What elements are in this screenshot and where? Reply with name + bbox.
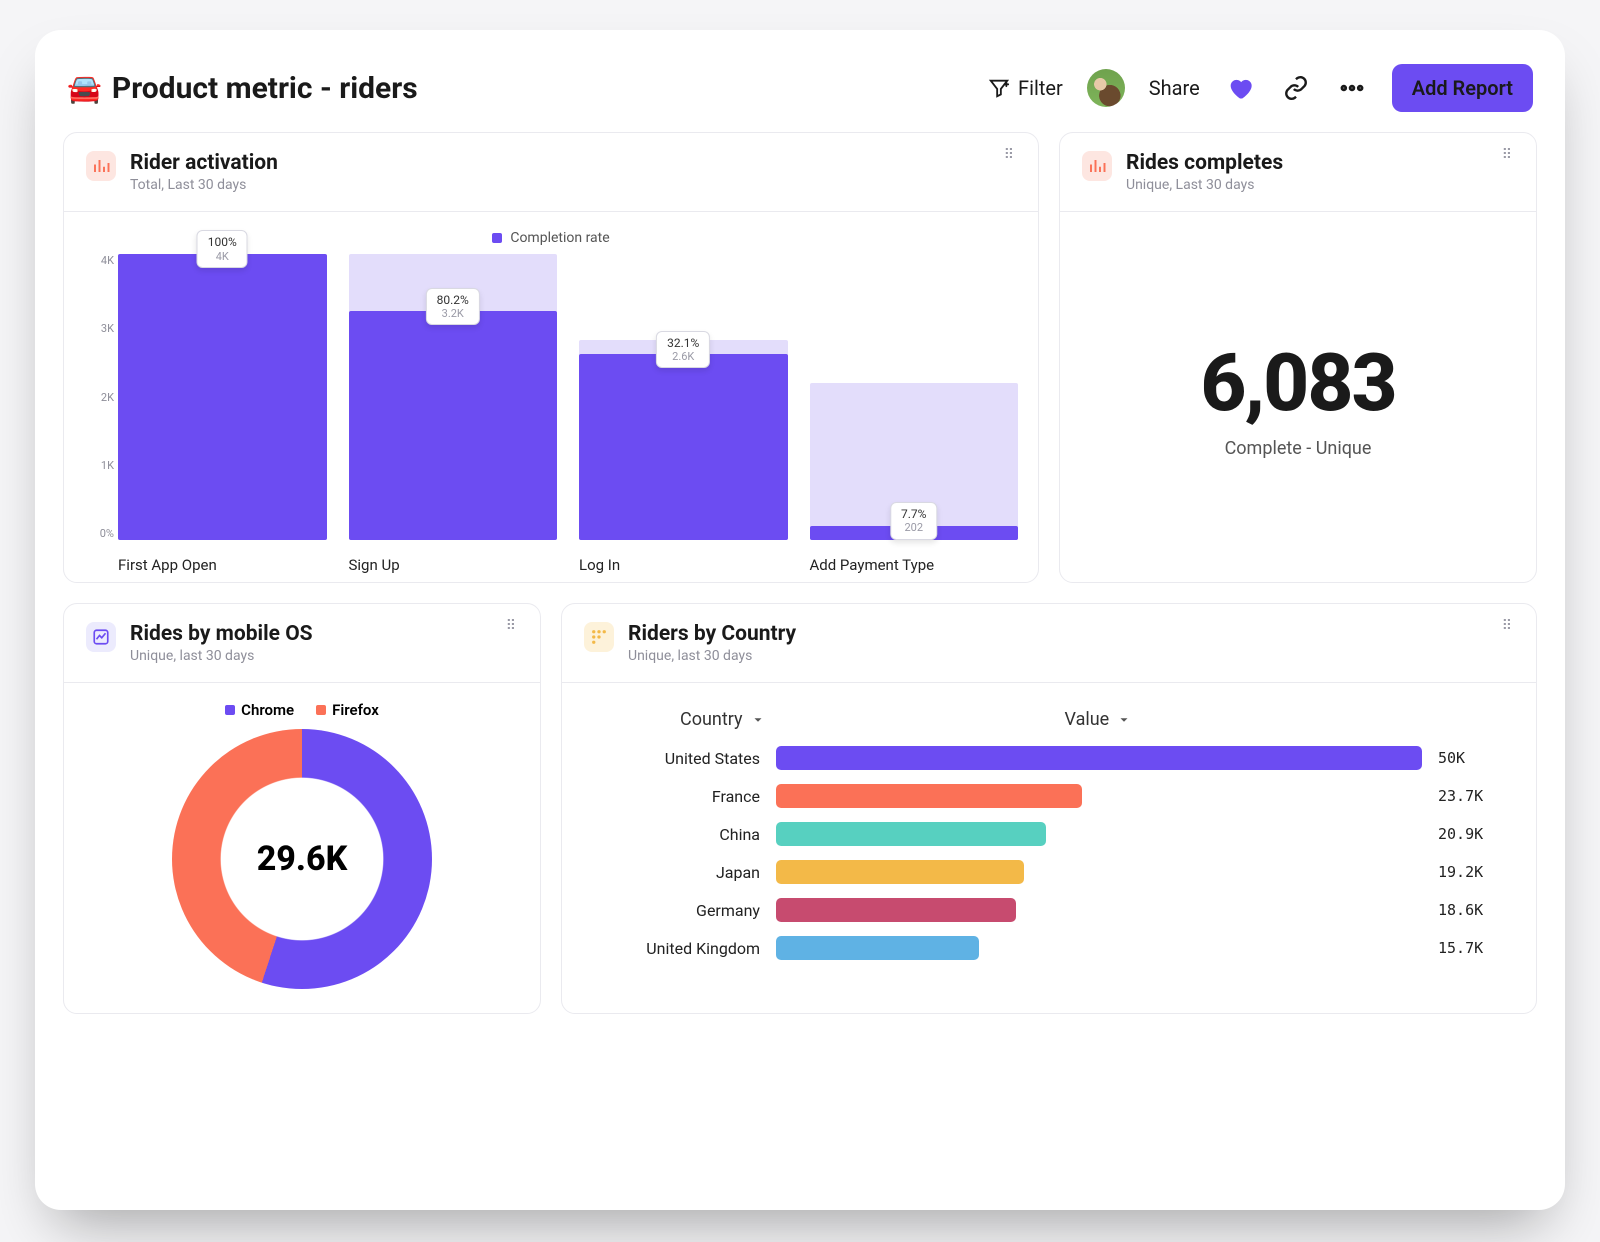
country-value: 23.7K	[1438, 787, 1508, 805]
heart-icon	[1226, 74, 1254, 102]
card-rider-activation: Rider activation Total, Last 30 days ⠿ C…	[63, 132, 1039, 583]
trend-icon	[86, 622, 116, 652]
share-label: Share	[1149, 76, 1200, 100]
donut-legend: Chrome Firefox	[84, 701, 520, 719]
x-axis-label: Log In	[579, 556, 788, 574]
card-rides-completes: Rides completes Unique, Last 30 days ⠿ 6…	[1059, 132, 1537, 583]
link-icon	[1283, 75, 1309, 101]
country-value: 20.9K	[1438, 825, 1508, 843]
country-bar	[776, 784, 1082, 808]
card-subtitle: Unique, Last 30 days	[1126, 177, 1283, 193]
donut-center-value: 29.6K	[172, 729, 432, 989]
country-bar	[776, 898, 1016, 922]
chevron-down-icon	[751, 713, 765, 727]
dashboard-window: 🚘 Product metric - riders Filter Share	[35, 30, 1565, 1210]
metric-label: Complete - Unique	[1225, 438, 1372, 459]
drag-handle-icon[interactable]: ⠿	[1502, 151, 1514, 159]
country-name: Germany	[590, 901, 760, 920]
funnel-bar: 80.2%3.2K	[349, 254, 558, 540]
add-report-label: Add Report	[1412, 76, 1513, 100]
bars-icon	[86, 151, 116, 181]
country-bar	[776, 746, 1422, 770]
donut-chart: 29.6K	[172, 729, 432, 989]
card-subtitle: Unique, last 30 days	[628, 648, 796, 664]
country-row: United Kingdom 15.7K	[590, 936, 1508, 960]
page-header: 🚘 Product metric - riders Filter Share	[67, 64, 1533, 112]
country-name: China	[590, 825, 760, 844]
country-row: China 20.9K	[590, 822, 1508, 846]
share-button[interactable]: Share	[1149, 76, 1200, 100]
card-title: Riders by Country	[628, 622, 796, 646]
card-subtitle: Total, Last 30 days	[130, 177, 278, 193]
page-title: 🚘 Product metric - riders	[67, 71, 418, 106]
funnel-bar: 7.7%202	[810, 254, 1019, 540]
dashboard-grid: Rider activation Total, Last 30 days ⠿ C…	[63, 132, 1537, 1014]
favorite-button[interactable]	[1224, 72, 1256, 104]
card-title: Rides completes	[1126, 151, 1283, 175]
avatar[interactable]	[1087, 69, 1125, 107]
chevron-down-icon	[1117, 713, 1131, 727]
legend-swatch-icon	[316, 705, 326, 715]
country-value: 18.6K	[1438, 901, 1508, 919]
funnel-bar: 32.1%2.6K	[579, 254, 788, 540]
more-icon	[1338, 74, 1366, 102]
sort-label: Country	[680, 709, 743, 730]
sort-label: Value	[1065, 709, 1110, 730]
sort-country-dropdown[interactable]: Country	[680, 709, 765, 730]
sort-value-dropdown[interactable]: Value	[1065, 709, 1132, 730]
country-value: 15.7K	[1438, 939, 1508, 957]
card-title: Rides by mobile OS	[130, 622, 313, 646]
more-button[interactable]	[1336, 72, 1368, 104]
x-axis-label: Sign Up	[349, 556, 558, 574]
country-bar	[776, 936, 979, 960]
add-report-button[interactable]: Add Report	[1392, 64, 1533, 112]
card-riders-by-country: Riders by Country Unique, last 30 days ⠿…	[561, 603, 1537, 1014]
country-row: Germany 18.6K	[590, 898, 1508, 922]
country-bar	[776, 860, 1024, 884]
legend-swatch-icon	[225, 705, 235, 715]
country-value: 19.2K	[1438, 863, 1508, 881]
filter-label: Filter	[1018, 76, 1063, 100]
drag-handle-icon[interactable]: ⠿	[1502, 622, 1514, 630]
legend-label: Chrome	[241, 701, 294, 719]
filter-icon	[988, 77, 1010, 99]
country-value: 50K	[1438, 749, 1508, 767]
card-rides-by-os: Rides by mobile OS Unique, last 30 days …	[63, 603, 541, 1014]
car-icon: 🚘	[67, 72, 102, 105]
country-row: United States 50K	[590, 746, 1508, 770]
country-name: France	[590, 787, 760, 806]
x-axis-label: First App Open	[118, 556, 327, 574]
funnel-chart: 4K3K2K1K0% 100%4K80.2%3.2K32.1%2.6K7.7%2…	[84, 254, 1018, 574]
country-name: United States	[590, 749, 760, 768]
country-rows: United States 50K France 23.7K China 20.9K Jap…	[590, 746, 1508, 960]
filter-button[interactable]: Filter	[988, 76, 1063, 100]
legend-swatch-icon	[492, 233, 502, 243]
country-name: United Kingdom	[590, 939, 760, 958]
country-row: France 23.7K	[590, 784, 1508, 808]
metric-value: 6,083	[1200, 336, 1395, 430]
legend-label: Completion rate	[510, 230, 609, 246]
funnel-bar: 100%4K	[118, 254, 327, 540]
grid-icon	[584, 622, 614, 652]
card-title: Rider activation	[130, 151, 278, 175]
x-axis-label: Add Payment Type	[810, 556, 1019, 574]
bars-icon	[1082, 151, 1112, 181]
copy-link-button[interactable]	[1280, 72, 1312, 104]
page-title-text: Product metric - riders	[112, 71, 418, 106]
country-name: Japan	[590, 863, 760, 882]
country-row: Japan 19.2K	[590, 860, 1508, 884]
country-bar	[776, 822, 1046, 846]
card-subtitle: Unique, last 30 days	[130, 648, 313, 664]
drag-handle-icon[interactable]: ⠿	[506, 622, 518, 630]
legend-label: Firefox	[332, 701, 379, 719]
drag-handle-icon[interactable]: ⠿	[1004, 151, 1016, 159]
